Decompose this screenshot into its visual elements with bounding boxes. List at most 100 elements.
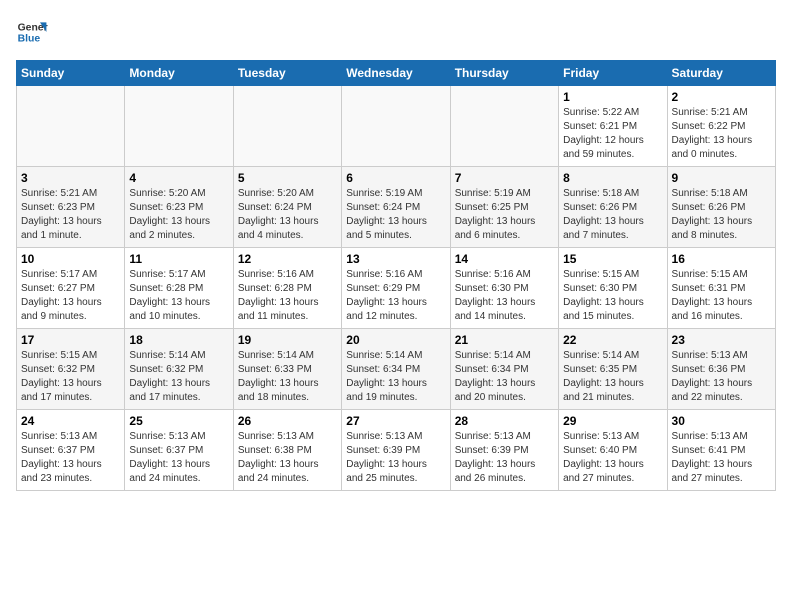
day-info: Sunrise: 5:19 AM Sunset: 6:25 PM Dayligh… [455,187,554,243]
logo: General Blue [16,16,48,48]
day-info: Sunrise: 5:13 AM Sunset: 6:40 PM Dayligh… [563,430,662,486]
calendar-cell: 28 Sunrise: 5:13 AM Sunset: 6:39 PM Dayli… [450,410,558,491]
calendar-cell: 2 Sunrise: 5:21 AM Sunset: 6:22 PM Daylig… [667,86,775,167]
day-number: 22 [563,333,662,347]
day-of-week-header: Tuesday [233,61,341,86]
day-of-week-header: Friday [559,61,667,86]
calendar-cell: 4 Sunrise: 5:20 AM Sunset: 6:23 PM Daylig… [125,167,233,248]
day-info: Sunrise: 5:17 AM Sunset: 6:28 PM Dayligh… [129,268,228,324]
day-of-week-header: Monday [125,61,233,86]
calendar-cell [450,86,558,167]
day-number: 21 [455,333,554,347]
day-number: 13 [346,252,445,266]
calendar-cell: 8 Sunrise: 5:18 AM Sunset: 6:26 PM Daylig… [559,167,667,248]
day-number: 27 [346,414,445,428]
day-info: Sunrise: 5:20 AM Sunset: 6:24 PM Dayligh… [238,187,337,243]
day-info: Sunrise: 5:15 AM Sunset: 6:30 PM Dayligh… [563,268,662,324]
day-number: 16 [672,252,771,266]
day-number: 28 [455,414,554,428]
calendar-cell: 29 Sunrise: 5:13 AM Sunset: 6:40 PM Dayli… [559,410,667,491]
day-number: 9 [672,171,771,185]
day-number: 7 [455,171,554,185]
day-number: 18 [129,333,228,347]
calendar-cell: 6 Sunrise: 5:19 AM Sunset: 6:24 PM Daylig… [342,167,450,248]
calendar-cell: 15 Sunrise: 5:15 AM Sunset: 6:30 PM Dayli… [559,248,667,329]
calendar-cell: 25Sunrise: 5:13 AM Sunset: 6:37 PM Dayli… [125,410,233,491]
day-info: Sunrise: 5:13 AM Sunset: 6:41 PM Dayligh… [672,430,771,486]
calendar-table: SundayMondayTuesdayWednesdayThursdayFrid… [16,60,776,491]
calendar-cell [17,86,125,167]
calendar-cell [342,86,450,167]
day-info: Sunrise: 5:22 AM Sunset: 6:21 PM Dayligh… [563,106,662,162]
day-number: 12 [238,252,337,266]
day-info: Sunrise: 5:15 AM Sunset: 6:32 PM Dayligh… [21,349,120,405]
day-number: 8 [563,171,662,185]
day-number: 2 [672,90,771,104]
day-number: 23 [672,333,771,347]
calendar-header-row: SundayMondayTuesdayWednesdayThursdayFrid… [17,61,776,86]
day-of-week-header: Thursday [450,61,558,86]
day-number: 19 [238,333,337,347]
day-of-week-header: Sunday [17,61,125,86]
calendar-week-row: 17 Sunrise: 5:15 AM Sunset: 6:32 PM Dayli… [17,329,776,410]
day-info: Sunrise: 5:19 AM Sunset: 6:24 PM Dayligh… [346,187,445,243]
calendar-cell: 9 Sunrise: 5:18 AM Sunset: 6:26 PM Daylig… [667,167,775,248]
calendar-cell: 5 Sunrise: 5:20 AM Sunset: 6:24 PM Daylig… [233,167,341,248]
calendar-cell: 24 Sunrise: 5:13 AM Sunset: 6:37 PM Dayli… [17,410,125,491]
calendar-week-row: 1 Sunrise: 5:22 AM Sunset: 6:21 PM Daylig… [17,86,776,167]
day-number: 24 [21,414,120,428]
calendar-week-row: 3Sunrise: 5:21 AM Sunset: 6:23 PM Daylig… [17,167,776,248]
day-info: Sunrise: 5:16 AM Sunset: 6:30 PM Dayligh… [455,268,554,324]
day-number: 20 [346,333,445,347]
day-info: Sunrise: 5:13 AM Sunset: 6:38 PM Dayligh… [238,430,337,486]
day-number: 1 [563,90,662,104]
calendar-cell: 27 Sunrise: 5:13 AM Sunset: 6:39 PM Dayli… [342,410,450,491]
day-info: Sunrise: 5:21 AM Sunset: 6:22 PM Dayligh… [672,106,771,162]
day-info: Sunrise: 5:13 AM Sunset: 6:36 PM Dayligh… [672,349,771,405]
logo-icon: General Blue [16,16,48,48]
calendar-cell: 3Sunrise: 5:21 AM Sunset: 6:23 PM Daylig… [17,167,125,248]
day-number: 15 [563,252,662,266]
calendar-cell: 30 Sunrise: 5:13 AM Sunset: 6:41 PM Dayli… [667,410,775,491]
day-info: Sunrise: 5:18 AM Sunset: 6:26 PM Dayligh… [563,187,662,243]
calendar-cell: 14Sunrise: 5:16 AM Sunset: 6:30 PM Dayli… [450,248,558,329]
day-number: 4 [129,171,228,185]
day-info: Sunrise: 5:14 AM Sunset: 6:32 PM Dayligh… [129,349,228,405]
day-info: Sunrise: 5:14 AM Sunset: 6:34 PM Dayligh… [346,349,445,405]
calendar-cell: 18 Sunrise: 5:14 AM Sunset: 6:32 PM Dayli… [125,329,233,410]
calendar-week-row: 10 Sunrise: 5:17 AM Sunset: 6:27 PM Dayli… [17,248,776,329]
page-header: General Blue [16,16,776,48]
day-info: Sunrise: 5:15 AM Sunset: 6:31 PM Dayligh… [672,268,771,324]
day-number: 6 [346,171,445,185]
day-info: Sunrise: 5:20 AM Sunset: 6:23 PM Dayligh… [129,187,228,243]
calendar-cell: 17 Sunrise: 5:15 AM Sunset: 6:32 PM Dayli… [17,329,125,410]
day-info: Sunrise: 5:13 AM Sunset: 6:39 PM Dayligh… [346,430,445,486]
day-of-week-header: Saturday [667,61,775,86]
calendar-cell: 20 Sunrise: 5:14 AM Sunset: 6:34 PM Dayli… [342,329,450,410]
day-number: 26 [238,414,337,428]
calendar-cell: 19 Sunrise: 5:14 AM Sunset: 6:33 PM Dayli… [233,329,341,410]
day-number: 30 [672,414,771,428]
day-info: Sunrise: 5:21 AM Sunset: 6:23 PM Dayligh… [21,187,120,243]
day-number: 11 [129,252,228,266]
day-info: Sunrise: 5:13 AM Sunset: 6:37 PM Dayligh… [129,430,228,486]
day-info: Sunrise: 5:17 AM Sunset: 6:27 PM Dayligh… [21,268,120,324]
calendar-cell: 22Sunrise: 5:14 AM Sunset: 6:35 PM Dayli… [559,329,667,410]
day-info: Sunrise: 5:14 AM Sunset: 6:34 PM Dayligh… [455,349,554,405]
calendar-cell: 21 Sunrise: 5:14 AM Sunset: 6:34 PM Dayli… [450,329,558,410]
svg-text:Blue: Blue [18,34,41,45]
calendar-cell: 23 Sunrise: 5:13 AM Sunset: 6:36 PM Dayli… [667,329,775,410]
day-number: 29 [563,414,662,428]
day-info: Sunrise: 5:18 AM Sunset: 6:26 PM Dayligh… [672,187,771,243]
day-info: Sunrise: 5:14 AM Sunset: 6:33 PM Dayligh… [238,349,337,405]
calendar-cell [233,86,341,167]
day-of-week-header: Wednesday [342,61,450,86]
day-number: 10 [21,252,120,266]
calendar-cell: 13Sunrise: 5:16 AM Sunset: 6:29 PM Dayli… [342,248,450,329]
calendar-cell: 10 Sunrise: 5:17 AM Sunset: 6:27 PM Dayli… [17,248,125,329]
day-info: Sunrise: 5:13 AM Sunset: 6:37 PM Dayligh… [21,430,120,486]
day-number: 17 [21,333,120,347]
calendar-week-row: 24 Sunrise: 5:13 AM Sunset: 6:37 PM Dayli… [17,410,776,491]
day-number: 5 [238,171,337,185]
day-info: Sunrise: 5:13 AM Sunset: 6:39 PM Dayligh… [455,430,554,486]
